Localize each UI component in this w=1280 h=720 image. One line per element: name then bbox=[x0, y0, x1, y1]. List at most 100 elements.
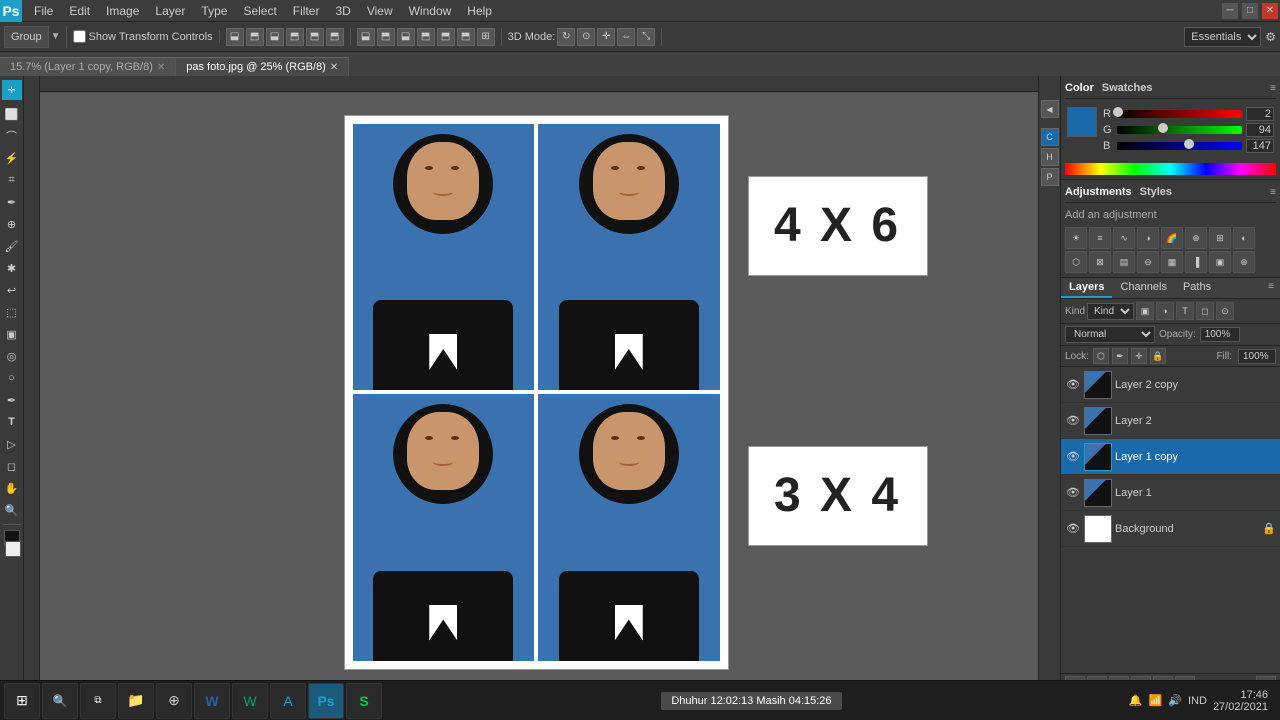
3d-slide-icon[interactable]: ⇔ bbox=[617, 28, 635, 46]
color-balance-icon[interactable]: ⊞ bbox=[1209, 227, 1231, 249]
black-white-icon[interactable]: ◐ bbox=[1233, 227, 1255, 249]
close-tab-1[interactable]: ✕ bbox=[330, 62, 338, 73]
menu-select[interactable]: Select bbox=[235, 2, 284, 20]
dist-left-icon[interactable]: ⬓ bbox=[357, 28, 375, 46]
pen-tool[interactable]: ✒ bbox=[2, 390, 22, 410]
layer-item-layer1[interactable]: 👁 Layer 1 bbox=[1061, 475, 1280, 511]
vibrance-icon[interactable]: 🌈 bbox=[1161, 227, 1183, 249]
align-top-icon[interactable]: ⬒ bbox=[286, 28, 304, 46]
some-app-button[interactable]: W bbox=[232, 683, 268, 719]
menu-filter[interactable]: Filter bbox=[285, 2, 328, 20]
history-panel-icon[interactable]: H bbox=[1041, 148, 1059, 166]
align-middle-icon[interactable]: ⬒ bbox=[306, 28, 324, 46]
layer-item-layer2[interactable]: 👁 Layer 2 bbox=[1061, 403, 1280, 439]
layer-visibility-layer2[interactable]: 👁 bbox=[1065, 413, 1081, 429]
blend-mode-select[interactable]: Normal bbox=[1065, 326, 1155, 343]
layer-item-layer2copy[interactable]: 👁 Layer 2 copy bbox=[1061, 367, 1280, 403]
opacity-input[interactable] bbox=[1200, 327, 1240, 342]
layer-visibility-background[interactable]: 👁 bbox=[1065, 521, 1081, 537]
layer-visibility-layer1[interactable]: 👁 bbox=[1065, 485, 1081, 501]
background-color[interactable] bbox=[5, 541, 21, 557]
layer-item-layer1copy[interactable]: 👁 Layer 1 copy bbox=[1061, 439, 1280, 475]
3d-scale-icon[interactable]: ⤡ bbox=[637, 28, 655, 46]
adjustments-tab[interactable]: Adjustments bbox=[1065, 186, 1132, 198]
filter-shape-icon[interactable]: ◻ bbox=[1196, 302, 1214, 320]
paths-tab[interactable]: Paths bbox=[1175, 278, 1219, 298]
blur-tool[interactable]: ◎ bbox=[2, 346, 22, 366]
dodge-tool[interactable]: ○ bbox=[2, 368, 22, 388]
b-value[interactable]: 147 bbox=[1246, 139, 1274, 153]
3d-roll-icon[interactable]: ⊙ bbox=[577, 28, 595, 46]
align-center-h-icon[interactable]: ⬒ bbox=[246, 28, 264, 46]
threshold-icon[interactable]: ▐ bbox=[1185, 251, 1207, 273]
layer-visibility-layer1copy[interactable]: 👁 bbox=[1065, 449, 1081, 465]
gradient-tool[interactable]: ▣ bbox=[2, 324, 22, 344]
color-lookup-icon[interactable]: ▤ bbox=[1113, 251, 1135, 273]
healing-brush-tool[interactable]: ⊕ bbox=[2, 214, 22, 234]
green-s-button[interactable]: S bbox=[346, 683, 382, 719]
color-panel-icon[interactable]: C bbox=[1041, 128, 1059, 146]
panel-collapse-icon[interactable]: ◀ bbox=[1041, 100, 1059, 118]
b-slider[interactable] bbox=[1117, 142, 1242, 150]
menu-view[interactable]: View bbox=[359, 2, 401, 20]
mode-dropdown-icon[interactable]: ▼ bbox=[51, 31, 61, 42]
taskview-button[interactable]: ⧉ bbox=[80, 683, 116, 719]
r-value[interactable]: 2 bbox=[1246, 107, 1274, 121]
lasso-tool[interactable]: ⌒ bbox=[2, 126, 22, 146]
filter-adj-icon[interactable]: ◑ bbox=[1156, 302, 1174, 320]
restore-button[interactable]: □ bbox=[1242, 3, 1258, 19]
menu-type[interactable]: Type bbox=[193, 2, 235, 20]
transform-checkbox[interactable] bbox=[73, 30, 86, 43]
dist-top-icon[interactable]: ⬒ bbox=[417, 28, 435, 46]
adj-panel-collapse[interactable]: ≡ bbox=[1270, 187, 1276, 198]
color-spectrum[interactable] bbox=[1065, 163, 1276, 175]
exposure-icon[interactable]: ◑ bbox=[1137, 227, 1159, 249]
clone-stamp-tool[interactable]: ✱ bbox=[2, 258, 22, 278]
rectangular-marquee-tool[interactable]: ⬜ bbox=[2, 104, 22, 124]
tab-pasfoto[interactable]: pas foto.jpg @ 25% (RGB/8) ✕ bbox=[176, 57, 349, 76]
menu-layer[interactable]: Layer bbox=[147, 2, 193, 20]
gradient-map-icon[interactable]: ▣ bbox=[1209, 251, 1231, 273]
word-button[interactable]: W bbox=[194, 683, 230, 719]
lock-move-icon[interactable]: ✛ bbox=[1131, 348, 1147, 364]
layers-panel-collapse[interactable]: ≡ bbox=[1262, 278, 1280, 298]
selective-color-icon[interactable]: ⊕ bbox=[1233, 251, 1255, 273]
levels-icon[interactable]: ≡ bbox=[1089, 227, 1111, 249]
menu-file[interactable]: File bbox=[26, 2, 61, 20]
eyedropper-tool[interactable]: ✒ bbox=[2, 192, 22, 212]
brightness-icon[interactable]: ☀ bbox=[1065, 227, 1087, 249]
align-bottom-icon[interactable]: ⬒ bbox=[326, 28, 344, 46]
chrome-button[interactable]: ⊕ bbox=[156, 683, 192, 719]
zoom-tool[interactable]: 🔍 bbox=[2, 500, 22, 520]
color-swatch[interactable] bbox=[1067, 107, 1097, 137]
move-tool[interactable]: ✛ bbox=[2, 80, 22, 100]
volume-icon[interactable]: 🔊 bbox=[1168, 694, 1182, 707]
dist-bottom-icon[interactable]: ⬒ bbox=[457, 28, 475, 46]
brush-tool[interactable]: 🖌 bbox=[2, 236, 22, 256]
fill-input[interactable] bbox=[1238, 349, 1276, 364]
file-explorer-button[interactable]: 📁 bbox=[118, 683, 154, 719]
align-left-icon[interactable]: ⬓ bbox=[226, 28, 244, 46]
layer-item-background[interactable]: 👁 Background 🔒 bbox=[1061, 511, 1280, 547]
curves-icon[interactable]: ∿ bbox=[1113, 227, 1135, 249]
r-slider[interactable] bbox=[1117, 110, 1242, 118]
clock-widget[interactable]: Dhuhur 12:02:13 Masih 04:15:26 bbox=[661, 692, 841, 710]
invert-icon[interactable]: ⊖ bbox=[1137, 251, 1159, 273]
tab-layer1copy[interactable]: 15.7% (Layer 1 copy, RGB/8) ✕ bbox=[0, 57, 176, 76]
dist-center-h-icon[interactable]: ⬒ bbox=[377, 28, 395, 46]
menu-3d[interactable]: 3D bbox=[327, 2, 358, 20]
type-tool[interactable]: T bbox=[2, 412, 22, 432]
filter-kind-select[interactable]: Kind bbox=[1087, 303, 1134, 320]
close-tab-0[interactable]: ✕ bbox=[157, 62, 165, 73]
lock-pixels-icon[interactable]: ⬡ bbox=[1093, 348, 1109, 364]
filter-type-icon[interactable]: T bbox=[1176, 302, 1194, 320]
g-value[interactable]: 94 bbox=[1246, 123, 1274, 137]
posterize-icon[interactable]: ▦ bbox=[1161, 251, 1183, 273]
mode-select[interactable]: Group bbox=[4, 26, 49, 48]
3d-rotate-icon[interactable]: ↻ bbox=[557, 28, 575, 46]
swatches-tab[interactable]: Swatches bbox=[1102, 82, 1153, 94]
properties-panel-icon[interactable]: P bbox=[1041, 168, 1059, 186]
lock-all-icon[interactable]: 🔒 bbox=[1150, 348, 1166, 364]
wifi-icon[interactable]: 📶 bbox=[1149, 694, 1163, 707]
color-panel-collapse[interactable]: ≡ bbox=[1270, 83, 1276, 94]
